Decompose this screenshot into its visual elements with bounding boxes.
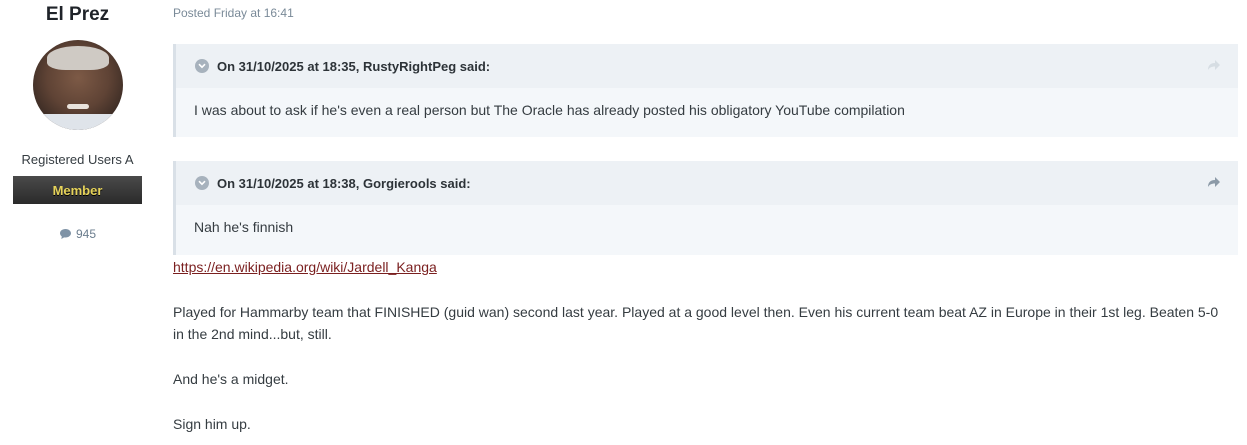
post-paragraph: Sign him up.	[173, 416, 251, 432]
quote-block: On 31/10/2025 at 18:38, Gorgierools said…	[173, 161, 1238, 255]
quote-block: On 31/10/2025 at 18:35, RustyRightPeg sa…	[173, 44, 1238, 137]
chevron-down-icon[interactable]	[195, 59, 209, 73]
post-count: 945	[59, 227, 96, 241]
post-link-paragraph: https://en.wikipedia.org/wiki/Jardell_Ka…	[173, 256, 437, 278]
author-name[interactable]: El Prez	[46, 4, 109, 26]
quote-text: I was about to ask if he's even a real p…	[194, 102, 905, 118]
chevron-down-icon[interactable]	[195, 176, 209, 190]
avatar-shirt	[32, 114, 123, 130]
avatar-hair	[46, 46, 109, 70]
user-group: Registered Users A	[21, 152, 134, 167]
rank-badge: Member	[13, 176, 142, 204]
avatar-mouth	[66, 104, 89, 109]
post-paragraph: And he's a midget.	[173, 371, 289, 387]
quote-text: Nah he's finnish	[194, 219, 294, 235]
post-paragraph: Played for Hammarby team that FINISHED (…	[173, 304, 1219, 342]
share-arrow-icon[interactable]	[1207, 58, 1221, 76]
author-panel: El Prez Registered Users A Member 945	[0, 0, 155, 241]
speech-bubble-icon	[59, 228, 72, 240]
post-count-value: 945	[75, 227, 97, 241]
quote-header: On 31/10/2025 at 18:35, RustyRightPeg sa…	[176, 44, 1238, 88]
quote-citation[interactable]: On 31/10/2025 at 18:35, RustyRightPeg sa…	[217, 59, 490, 74]
share-arrow-icon[interactable]	[1207, 175, 1221, 193]
quote-header: On 31/10/2025 at 18:38, Gorgierools said…	[176, 161, 1238, 205]
quote-citation[interactable]: On 31/10/2025 at 18:38, Gorgierools said…	[217, 176, 471, 191]
author-avatar[interactable]	[32, 40, 123, 130]
post-timestamp[interactable]: Posted Friday at 16:41	[173, 6, 294, 20]
wikipedia-link[interactable]: https://en.wikipedia.org/wiki/Jardell_Ka…	[173, 259, 437, 275]
